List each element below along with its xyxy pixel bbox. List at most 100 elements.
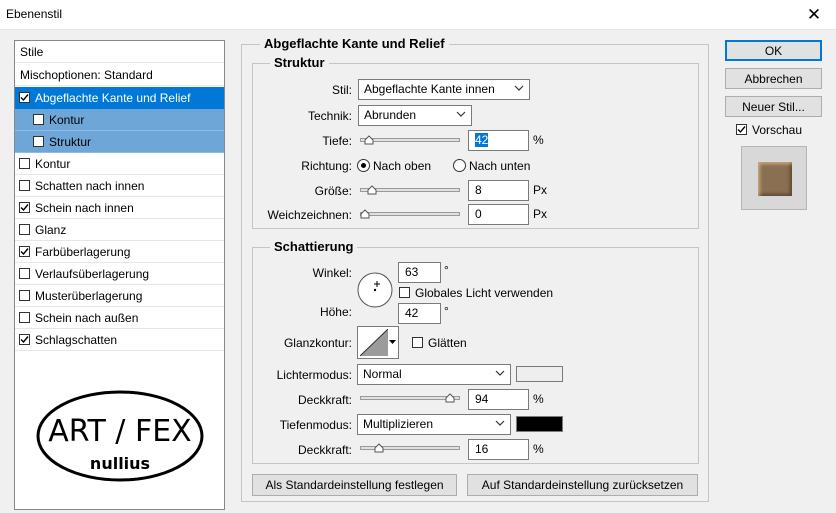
style-checkbox[interactable] [19,92,30,103]
direction-up-label[interactable]: Nach oben [373,159,431,173]
slider-thumb-icon[interactable] [445,393,455,403]
shadow-opacity-value: 16 [475,442,489,456]
depth-unit: % [533,133,544,147]
smooth-checkbox[interactable] [412,337,423,348]
style-item[interactable]: Musterüberlagerung [15,285,224,307]
preview-checkbox[interactable] [736,124,747,135]
style-item[interactable]: Kontur [15,109,224,131]
style-checkbox[interactable] [19,180,30,191]
shadow-opacity-input[interactable]: 16 [468,439,529,460]
style-checkbox[interactable] [19,334,30,345]
global-light-checkbox[interactable] [399,287,410,298]
soften-label: Weichzeichnen: [267,208,353,222]
logo-line1: ART / FEX [48,414,191,449]
style-checkbox[interactable] [33,136,44,147]
style-checkbox[interactable] [19,202,30,213]
highlight-opacity-unit: % [533,392,544,406]
checkmark-icon [20,204,29,212]
style-item[interactable]: Struktur [15,131,224,153]
style-item[interactable]: Schatten nach innen [15,175,224,197]
direction-up-radio[interactable] [357,159,370,172]
chevron-down-icon [514,85,524,91]
gloss-contour-picker[interactable] [357,326,399,359]
technique-dropdown[interactable]: Abrunden [358,105,472,126]
style-item[interactable]: Kontur [15,153,224,175]
direction-down-radio[interactable] [453,159,466,172]
close-icon[interactable]: ✕ [792,0,836,30]
reset-default-label: Auf Standardeinstellung zurücksetzen [481,478,684,492]
shadow-opacity-slider[interactable] [360,443,460,453]
style-checkbox[interactable] [19,246,30,257]
cancel-button[interactable]: Abbrechen [725,68,822,89]
slider-thumb-icon[interactable] [364,135,374,145]
depth-input[interactable]: 42 [468,130,529,151]
soften-input[interactable]: 0 [468,204,529,225]
style-item[interactable]: Glanz [15,219,224,241]
new-style-button[interactable]: Neuer Stil... [725,96,822,117]
soften-slider[interactable] [360,209,460,219]
technique-dropdown-value: Abrunden [364,108,417,122]
style-item-label: Struktur [49,134,92,149]
angle-label: Winkel: [312,266,352,280]
altitude-input[interactable]: 42 [398,303,441,324]
style-checkbox[interactable] [19,312,30,323]
slider-thumb-icon[interactable] [374,443,384,453]
style-item-label: Musterüberlagerung [35,288,143,303]
styles-header-label: Stile [20,44,44,59]
style-checkbox[interactable] [19,224,30,235]
style-item-label: Kontur [49,112,85,127]
chevron-down-icon [495,420,505,426]
style-item[interactable]: Schein nach innen [15,197,224,219]
style-item[interactable]: Abgeflachte Kante und Relief [15,87,224,109]
style-checkbox[interactable] [33,114,44,125]
technique-label: Technik: [307,109,352,123]
make-default-button[interactable]: Als Standardeinstellung festlegen [252,474,457,496]
smooth-label[interactable]: Glätten [428,336,467,350]
style-item[interactable]: Schein nach außen [15,307,224,329]
style-checkbox[interactable] [19,290,30,301]
style-item[interactable]: Verlaufsüberlagerung [15,263,224,285]
style-item-label: Schein nach außen [35,310,139,325]
shadow-opacity-label: Deckkraft: [297,443,352,457]
shadow-mode-dropdown[interactable]: Multiplizieren [357,414,511,435]
altitude-label: Höhe: [319,305,352,319]
shadow-color-swatch[interactable] [516,416,563,432]
checkmark-icon [20,248,29,256]
global-light-label[interactable]: Globales Licht verwenden [415,286,553,300]
artifex-logo: ART / FEX nullius [36,390,204,482]
shadow-mode-label: Tiefenmodus: [279,418,352,432]
ok-button[interactable]: OK [725,40,822,61]
styles-header[interactable]: Stile [15,41,224,63]
cancel-label: Abbrechen [744,71,803,86]
style-item-label: Abgeflachte Kante und Relief [35,90,191,105]
slider-thumb-icon[interactable] [360,209,370,219]
preview-label[interactable]: Vorschau [752,123,802,137]
style-item[interactable]: Schlagschatten [15,329,224,351]
highlight-mode-dropdown[interactable]: Normal [357,364,511,385]
style-item-label: Schatten nach innen [35,178,145,193]
angle-input[interactable]: 63 [398,262,441,283]
depth-value: 42 [475,133,489,147]
size-input[interactable]: 8 [468,180,529,201]
bevel-emboss-title: Abgeflachte Kante und Relief [260,36,449,51]
size-unit: Px [533,183,548,197]
highlight-opacity-slider[interactable] [360,393,460,403]
depth-slider[interactable] [360,135,460,145]
style-item-label: Farbüberlagerung [35,244,131,259]
direction-down-label[interactable]: Nach unten [469,159,530,173]
size-label: Größe: [314,184,352,198]
style-dropdown[interactable]: Abgeflachte Kante innen [358,79,530,100]
slider-thumb-icon[interactable] [367,185,377,195]
angle-dial[interactable] [356,271,394,309]
reset-default-button[interactable]: Auf Standardeinstellung zurücksetzen [467,474,698,496]
dropdown-arrow-icon [389,340,396,344]
blending-options-item[interactable]: Mischoptionen: Standard [15,64,224,86]
window-title: Ebenenstil [6,7,63,21]
size-slider[interactable] [360,185,460,195]
highlight-color-swatch[interactable] [516,366,563,382]
style-item[interactable]: Farbüberlagerung [15,241,224,263]
style-checkbox[interactable] [19,158,30,169]
shading-title: Schattierung [270,239,358,254]
highlight-opacity-input[interactable]: 94 [468,389,529,410]
style-checkbox[interactable] [19,268,30,279]
